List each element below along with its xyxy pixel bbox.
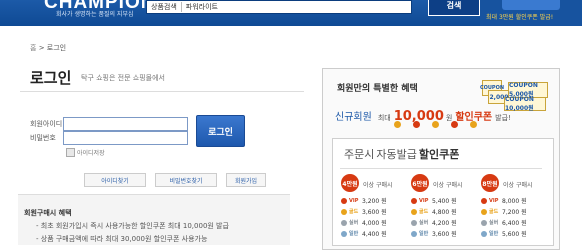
grade-row: 골드 7,200 원: [481, 207, 527, 216]
grade-row: 일반 3,600 원: [411, 229, 457, 238]
order-coupon-title: 주문시 자동발급 할인쿠폰: [344, 146, 459, 162]
ornament-dot: [469, 121, 477, 128]
promo-banner[interactable]: 최대 3만원 할인쿠폰 발급!: [480, 0, 582, 26]
save-id-label: 아이디저장: [77, 150, 105, 157]
grade-label: 일반: [419, 231, 429, 237]
grade-label: VIP: [489, 197, 499, 204]
grade-label: 골드: [489, 209, 499, 215]
grade-value: 5,600 원: [502, 231, 527, 238]
grade-value: 4,400 원: [362, 231, 387, 238]
breadcrumb-current: 로그인: [46, 44, 67, 52]
tier-badge: 8만원: [481, 174, 499, 192]
grade-icon: [481, 219, 487, 226]
search-bar: 상품검색 파워라이트: [146, 0, 412, 14]
password-field[interactable]: [63, 131, 188, 145]
breadcrumb: 홈 > 로그인: [30, 43, 66, 53]
grade-icon: [341, 197, 347, 204]
ornament-dot: [412, 121, 420, 128]
grade-icon: [341, 219, 347, 226]
order-title-part: 자동발급: [376, 148, 417, 161]
grade-row: 일반 5,600 원: [481, 229, 527, 238]
grade-row: 골드 4,800 원: [411, 207, 457, 216]
grade-value: 3,600 원: [362, 209, 387, 216]
grade-value: 7,200 원: [502, 209, 527, 216]
promo-text: 최대 3만원 할인쿠폰 발급!: [486, 14, 554, 21]
grade-icon: [481, 230, 487, 237]
grade-label: 골드: [419, 209, 429, 215]
account-links: 아이디찾기 비밀번호찾기 회원가입: [84, 173, 266, 187]
promo-badge: [502, 0, 560, 10]
page-title: 로그인: [30, 69, 72, 87]
tier-condition: 이상 구매시: [363, 182, 393, 189]
grade-icon: [481, 208, 487, 215]
grade-row: VIP 5,400 원: [411, 196, 457, 205]
id-label: 회원아이디: [30, 120, 63, 128]
grade-label: 일반: [349, 231, 359, 237]
search-input[interactable]: 파워라이트: [182, 2, 218, 12]
search-category-select[interactable]: 상품검색: [147, 2, 182, 12]
save-id-checkbox[interactable]: [66, 148, 75, 157]
benefit-title: 회원구매시 혜택: [24, 209, 72, 217]
grade-icon: [341, 230, 347, 237]
grade-icon: [341, 208, 347, 215]
grade-icon: [411, 230, 417, 237]
grade-label: 일반: [489, 231, 499, 237]
grade-value: 3,200 원: [362, 198, 387, 205]
grade-row: VIP 8,000 원: [481, 196, 527, 205]
breadcrumb-home[interactable]: 홈: [30, 44, 36, 52]
grade-label: VIP: [349, 197, 359, 204]
grade-icon: [411, 208, 417, 215]
search-button[interactable]: 검색: [428, 0, 480, 16]
grade-icon: [411, 197, 417, 204]
grade-icon: [411, 219, 417, 226]
grade-value: 4,200 원: [432, 220, 457, 227]
grade-row: VIP 3,200 원: [341, 196, 387, 205]
tagline: 회사가 생명하는 품질의 지부심: [56, 11, 134, 18]
signup-button[interactable]: 회원가입: [226, 173, 266, 187]
grade-row: 실버 4,200 원: [411, 218, 457, 227]
grade-label: 실버: [349, 220, 359, 226]
new-member-label: 신규회원: [335, 112, 372, 123]
ornament-dot: [393, 121, 401, 128]
panel-title: 회원만의 특별한 혜택: [337, 84, 418, 94]
grade-row: 일반 4,400 원: [341, 229, 387, 238]
divider: [340, 168, 542, 169]
tier-condition: 이상 구매시: [503, 182, 533, 189]
grade-value: 8,000 원: [502, 198, 527, 205]
grade-row: 실버 6,400 원: [481, 218, 527, 227]
ornament-dot: [450, 121, 458, 128]
password-label: 비밀번호: [30, 134, 56, 142]
id-field[interactable]: [63, 117, 188, 131]
tier-badge: 4만원: [341, 174, 359, 192]
grade-value: 4,800 원: [432, 209, 457, 216]
grade-value: 5,400 원: [432, 198, 457, 205]
divider: [20, 91, 304, 92]
order-title-part: 할인쿠폰: [418, 148, 460, 161]
login-button[interactable]: 로그인: [196, 115, 245, 147]
grade-value: 3,600 원: [432, 231, 457, 238]
order-title-part: 주문시: [344, 148, 375, 161]
grade-label: VIP: [419, 197, 429, 204]
breadcrumb-separator: >: [38, 44, 45, 52]
find-password-button[interactable]: 비밀번호찾기: [155, 173, 217, 187]
benefit-line: - 최초 회원가입시 즉시 사용가능한 할인쿠폰 최대 10,000원 발급: [36, 222, 229, 230]
grade-row: 골드 3,600 원: [341, 207, 387, 216]
grade-icon: [481, 197, 487, 204]
site-header: CHAMPION 회사가 생명하는 품질의 지부심 상품검색 파워라이트 검색 …: [0, 0, 582, 26]
find-id-button[interactable]: 아이디찾기: [84, 173, 146, 187]
page-subtitle: 탁구 쇼핑은 전문 쇼핑몰에서: [81, 74, 165, 82]
grade-value: 4,000 원: [362, 220, 387, 227]
ornament-dot: [431, 121, 439, 128]
tier-condition: 이상 구매시: [433, 182, 463, 189]
tier-badge: 6만원: [411, 174, 429, 192]
ornament: [370, 121, 500, 139]
grade-value: 6,400 원: [502, 220, 527, 227]
grade-row: 실버 4,000 원: [341, 218, 387, 227]
grade-label: 골드: [349, 209, 359, 215]
grade-label: 실버: [419, 220, 429, 226]
benefit-line: - 상품 구매금액에 따라 최대 30,000원 할인쿠폰 사용가능: [36, 235, 208, 243]
grade-label: 실버: [489, 220, 499, 226]
coupon-amount: COUPON 10,000원: [505, 96, 534, 112]
